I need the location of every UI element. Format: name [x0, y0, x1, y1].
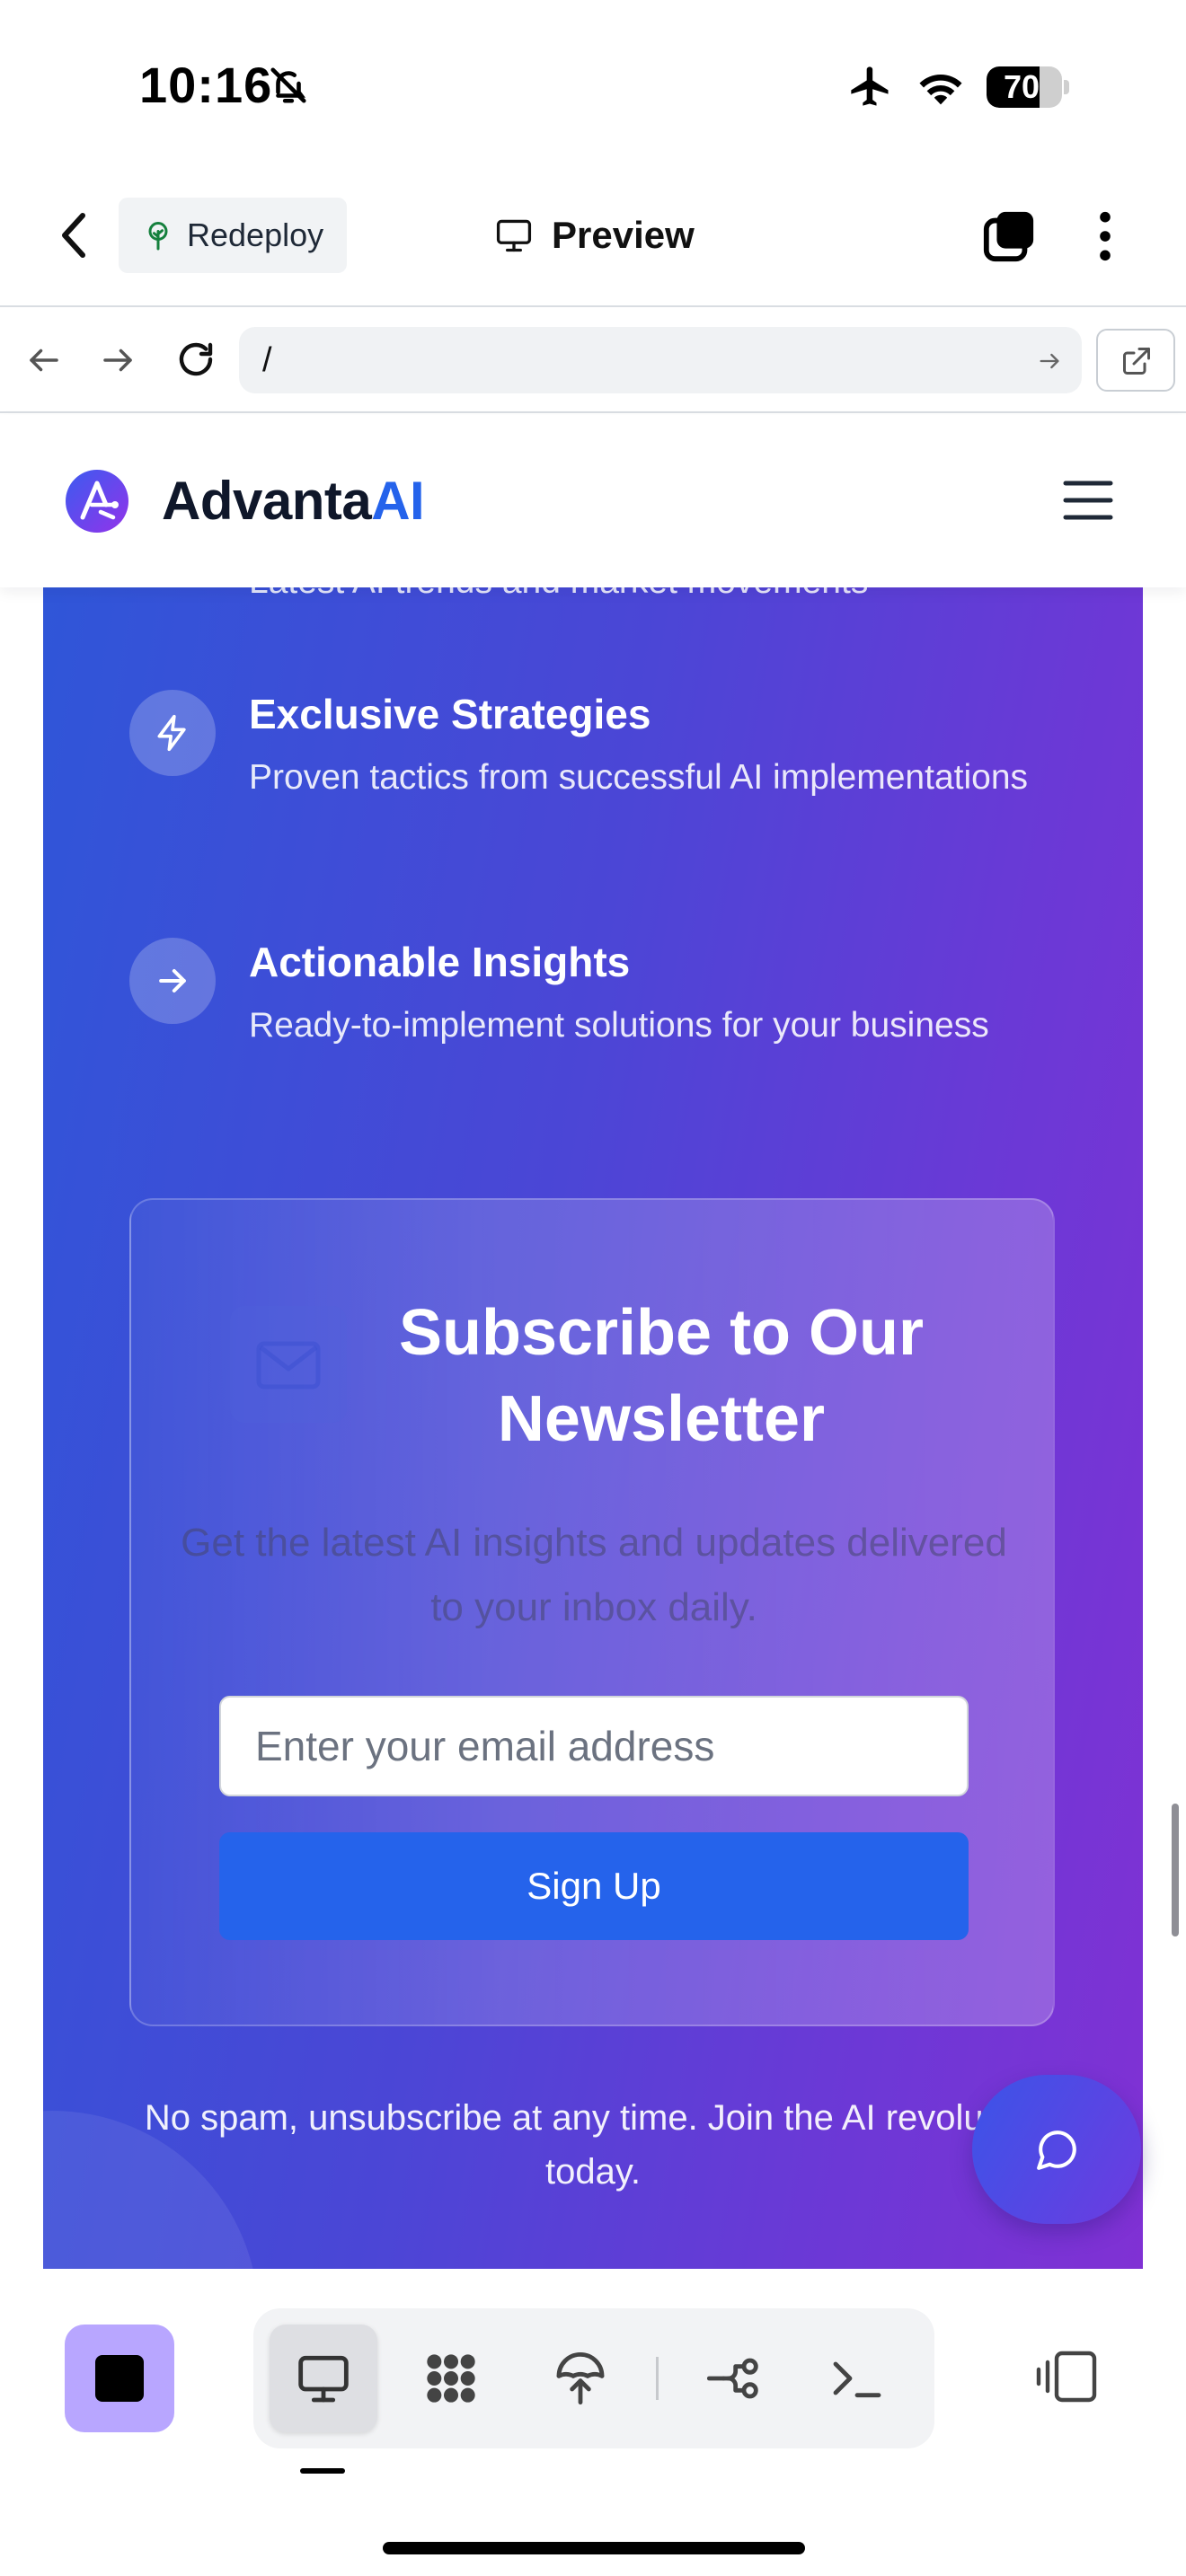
brand-name[interactable]: AdvantaAI [162, 469, 425, 534]
feature-description: Proven tactics from successful AI implem… [249, 758, 1029, 797]
reload-icon[interactable] [174, 338, 217, 381]
more-vertical-icon[interactable] [1089, 208, 1121, 264]
dock-item-terminal[interactable] [803, 2325, 911, 2432]
arrow-right-icon[interactable] [99, 341, 137, 379]
brand-name-main: Advanta [162, 471, 372, 531]
dock-item-deploy[interactable] [527, 2325, 634, 2432]
panel-toggle-icon[interactable] [1033, 2348, 1100, 2405]
feature-icon-badge [129, 938, 216, 1024]
open-external-button[interactable] [1096, 329, 1175, 392]
chat-button[interactable] [972, 2075, 1141, 2224]
app-toolbar: Redeploy Preview [0, 171, 1186, 305]
wifi-icon [919, 75, 962, 105]
feature-title: Actionable Insights [249, 939, 631, 985]
sign-up-button[interactable]: Sign Up [219, 1832, 969, 1940]
status-bar: 10:16 70 [0, 0, 1186, 171]
newsletter-card: Subscribe to Our Newsletter Get the late… [129, 1198, 1055, 2026]
feature-title: Exclusive Strategies [249, 691, 651, 737]
newsletter-section: Latest AI trends and market movements Ex… [43, 539, 1143, 2269]
stop-button[interactable] [65, 2325, 174, 2432]
deploy-icon [556, 2352, 605, 2405]
monitor-icon [298, 2355, 349, 2403]
mail-icon-box [230, 1306, 347, 1423]
tabs-icon[interactable] [981, 208, 1037, 264]
redeploy-button[interactable]: Redeploy [119, 198, 347, 273]
preview-title: Preview [494, 207, 695, 264]
dock-item-workflow[interactable] [679, 2325, 787, 2432]
bell-off-icon [270, 67, 306, 103]
chat-bubble-icon [1037, 2130, 1076, 2170]
browser-bar: / [0, 305, 1186, 413]
bottom-dock [0, 2269, 1186, 2576]
battery-indicator: 70 [987, 66, 1069, 108]
home-indicator[interactable] [383, 2542, 805, 2554]
back-icon[interactable] [56, 208, 95, 262]
newsletter-footnote: No spam, unsubscribe at any time. Join t… [144, 2098, 1042, 2192]
url-field[interactable]: / [239, 327, 1082, 393]
dock-divider [656, 2357, 659, 2400]
feature-description: Ready-to-implement solutions for your bu… [249, 1006, 989, 1045]
preview-label: Preview [552, 214, 695, 256]
lightning-icon [157, 714, 186, 752]
status-time: 10:16 [139, 57, 273, 113]
arrow-right-icon [159, 968, 186, 993]
workflow-icon [706, 2358, 758, 2399]
email-input[interactable] [219, 1696, 969, 1796]
logo-icon[interactable] [65, 469, 129, 534]
external-link-icon [1123, 348, 1150, 375]
stop-icon [95, 2355, 144, 2402]
tree-icon [148, 222, 168, 251]
newsletter-subtitle: Get the latest AI insights and updates d… [181, 1521, 1007, 1629]
scrollbar-thumb[interactable] [1172, 1804, 1179, 1936]
redeploy-label: Redeploy [187, 216, 324, 253]
active-tab-indicator [300, 2468, 345, 2474]
url-text: / [262, 341, 272, 379]
dock-item-apps[interactable] [397, 2325, 505, 2432]
feature-icon-badge [129, 690, 216, 776]
feature-actionable-insights: Actionable Insights Ready-to-implement s… [129, 938, 1082, 1126]
go-arrow-icon[interactable] [1037, 348, 1062, 374]
apps-grid-icon [427, 2354, 475, 2403]
airplane-icon [851, 66, 889, 106]
arrow-left-icon[interactable] [25, 341, 63, 379]
monitor-icon [496, 219, 532, 252]
mail-icon [256, 1341, 321, 1389]
dock-tool-group [253, 2308, 934, 2448]
terminal-icon [833, 2361, 881, 2398]
battery-level: 70 [1003, 68, 1040, 105]
dock-item-preview[interactable] [270, 2325, 377, 2432]
brand-name-accent: AI [371, 471, 425, 531]
site-header: AdvantaAI [0, 415, 1186, 587]
newsletter-title: Subscribe to Our Newsletter [398, 1297, 925, 1455]
feature-exclusive-strategies: Exclusive Strategies Proven tactics from… [129, 690, 1082, 878]
hamburger-menu-icon[interactable] [1062, 478, 1114, 523]
